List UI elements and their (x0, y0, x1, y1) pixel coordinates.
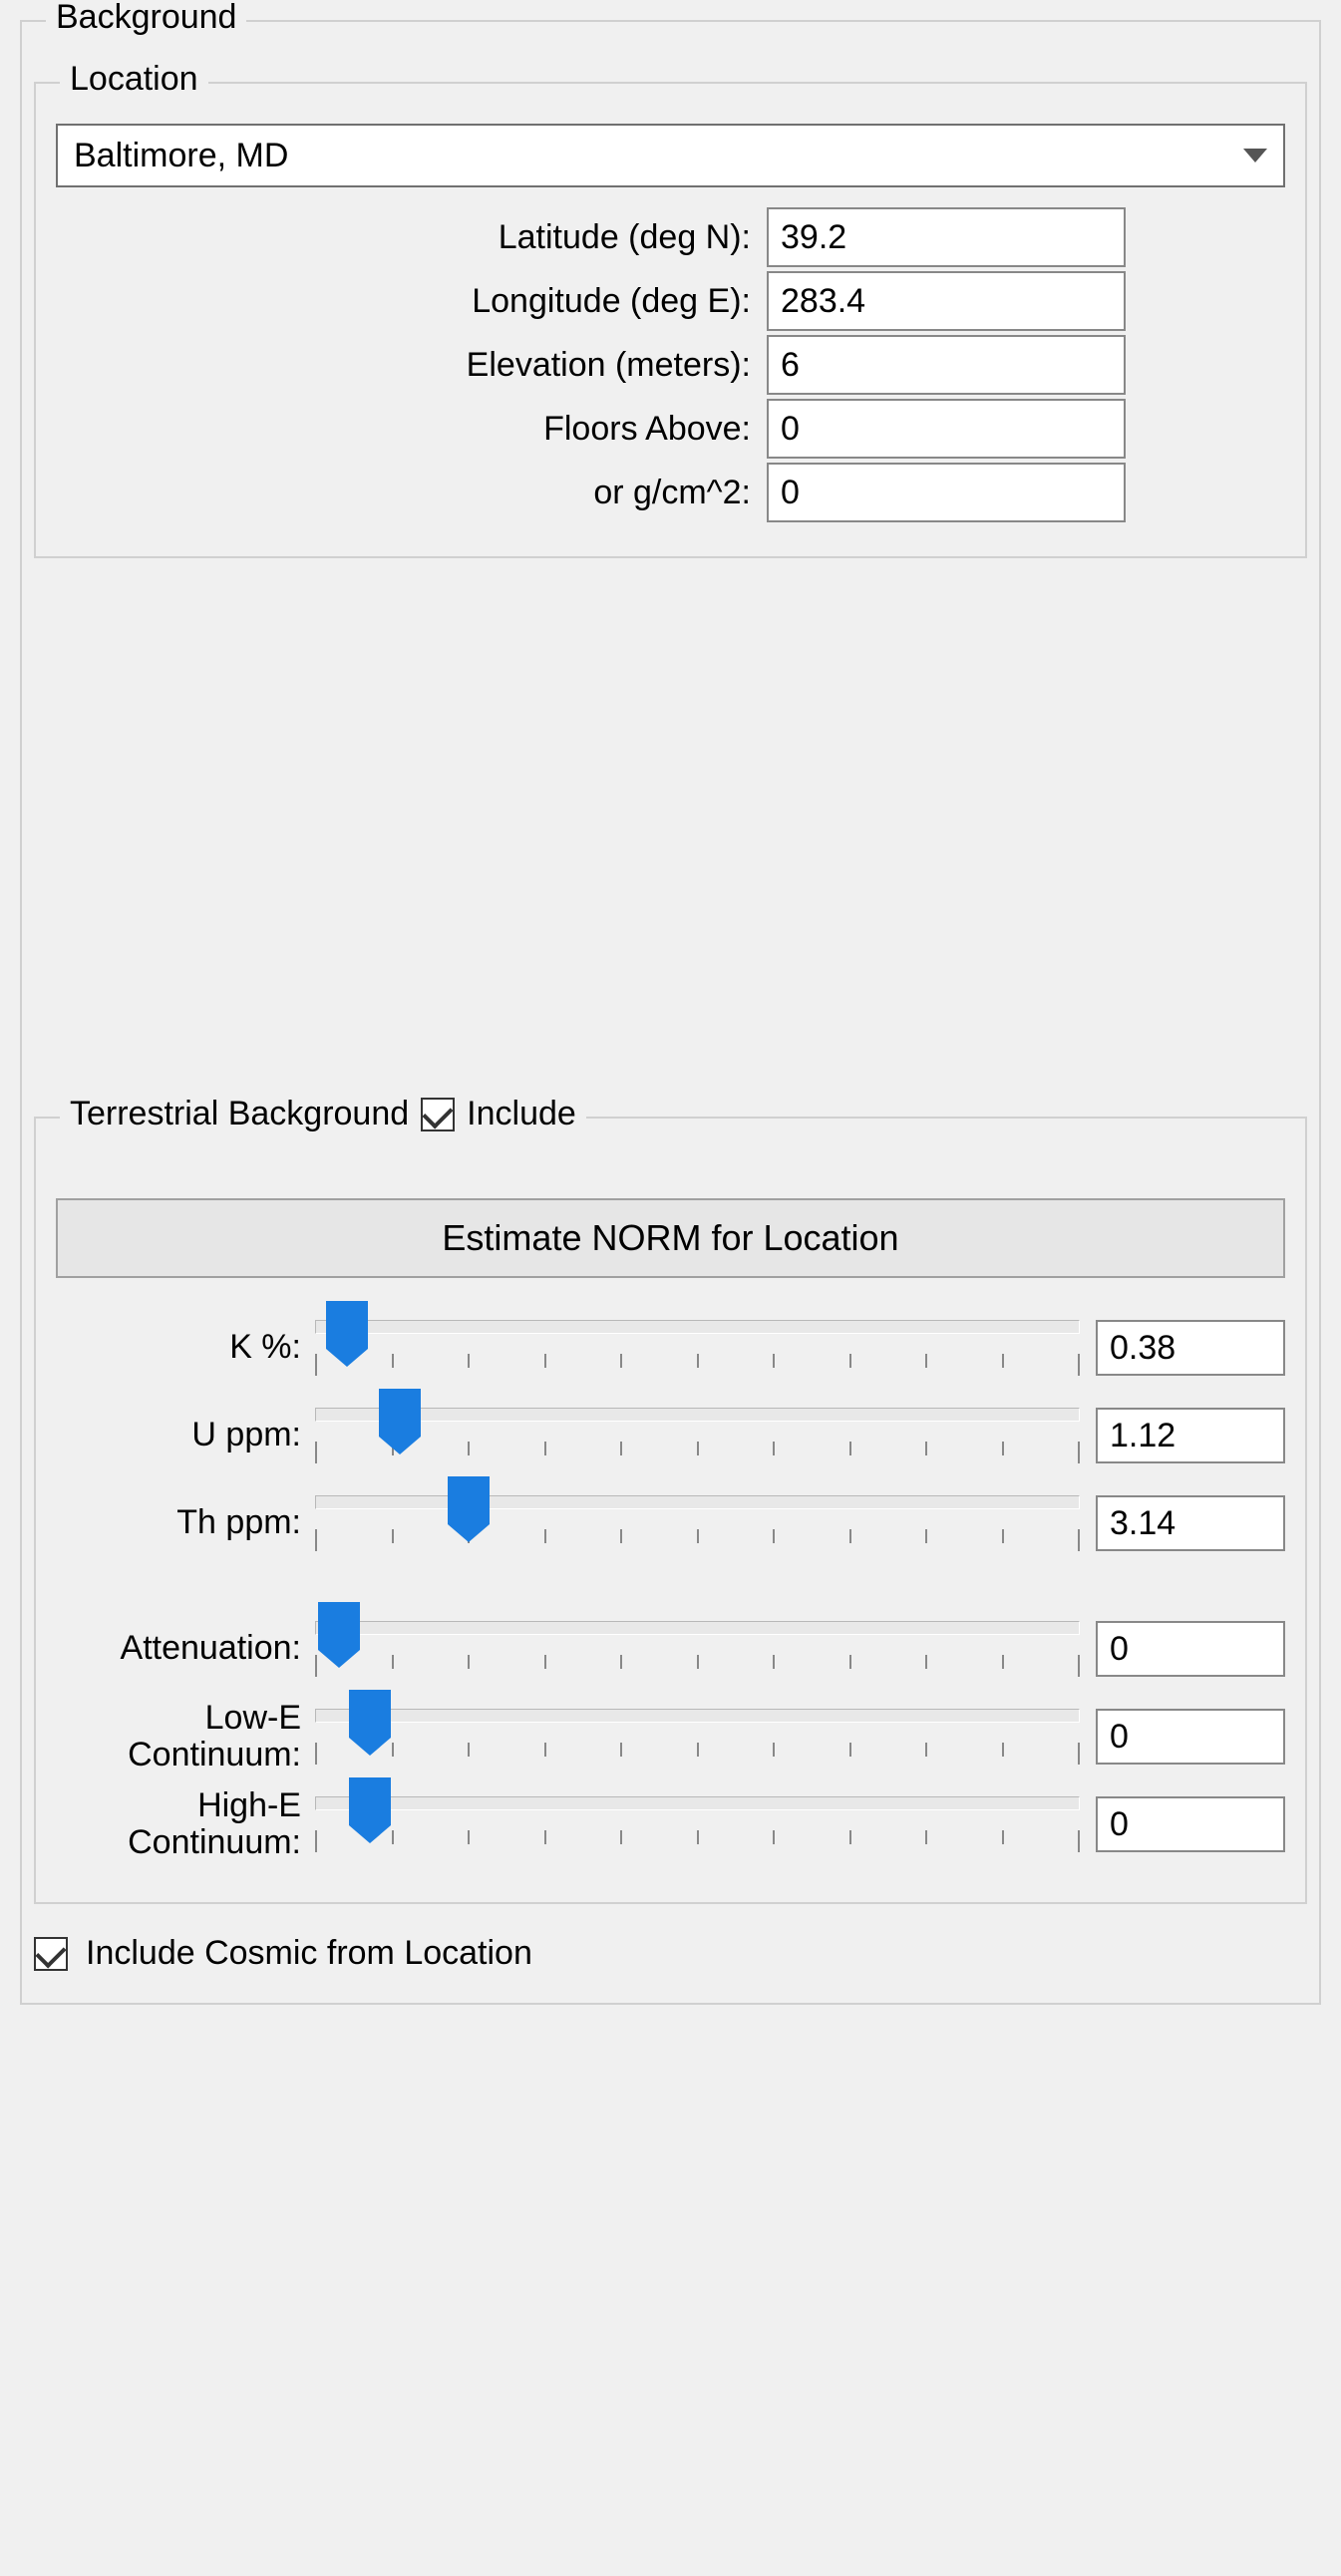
terrestrial-group: Terrestrial Background Include Estimate … (34, 1117, 1307, 1904)
lowe-value-input[interactable] (1096, 1709, 1285, 1765)
location-selected: Baltimore, MD (74, 137, 288, 175)
u-label: U ppm: (56, 1417, 315, 1453)
latitude-label: Latitude (deg N): (499, 218, 767, 257)
background-legend-text: Background (56, 0, 236, 37)
location-legend-text: Location (70, 60, 198, 99)
elevation-input[interactable] (767, 335, 1126, 395)
u-value-input[interactable] (1096, 1408, 1285, 1463)
k-value-input[interactable] (1096, 1320, 1285, 1376)
floors-label: Floors Above: (543, 410, 767, 449)
gcm2-row: or g/cm^2: (56, 463, 1126, 522)
terrestrial-include-label: Include (467, 1095, 576, 1133)
gcm2-input[interactable] (767, 463, 1126, 522)
location-dropdown[interactable]: Baltimore, MD (56, 124, 1285, 187)
location-fields: Latitude (deg N): Longitude (deg E): Ele… (56, 207, 1126, 522)
th-slider[interactable] (315, 1483, 1080, 1563)
k-slider-row: K %: (56, 1308, 1285, 1388)
latitude-input[interactable] (767, 207, 1126, 267)
highe-slider-row: High-E Continuum: (56, 1784, 1285, 1864)
u-slider-row: U ppm: (56, 1396, 1285, 1475)
k-label: K %: (56, 1329, 315, 1366)
location-legend: Location (60, 60, 208, 99)
background-legend: Background (46, 0, 246, 37)
cosmic-checkbox[interactable] (34, 1937, 68, 1971)
floors-input[interactable] (767, 399, 1126, 459)
background-group: Background Location Baltimore, MD Latitu… (20, 20, 1321, 2005)
highe-label: High-E Continuum: (56, 1787, 315, 1862)
th-slider-row: Th ppm: (56, 1483, 1285, 1563)
lowe-slider[interactable] (315, 1697, 1080, 1776)
th-label: Th ppm: (56, 1504, 315, 1541)
longitude-label: Longitude (deg E): (472, 282, 767, 321)
u-slider[interactable] (315, 1396, 1080, 1475)
terrestrial-legend-text: Terrestrial Background (70, 1095, 409, 1133)
lowe-slider-row: Low-E Continuum: (56, 1697, 1285, 1776)
location-group: Location Baltimore, MD Latitude (deg N):… (34, 82, 1307, 558)
elevation-label: Elevation (meters): (467, 346, 767, 385)
terrestrial-include-checkbox[interactable] (421, 1098, 455, 1131)
attenuation-slider-row: Attenuation: (56, 1609, 1285, 1689)
attenuation-value-input[interactable] (1096, 1621, 1285, 1677)
k-slider[interactable] (315, 1308, 1080, 1388)
attenuation-slider[interactable] (315, 1609, 1080, 1689)
terrestrial-legend: Terrestrial Background Include (60, 1095, 586, 1133)
highe-slider[interactable] (315, 1784, 1080, 1864)
elevation-row: Elevation (meters): (56, 335, 1126, 395)
cosmic-row: Include Cosmic from Location (34, 1934, 1307, 1973)
attenuation-label: Attenuation: (56, 1630, 315, 1667)
chevron-down-icon (1243, 149, 1267, 162)
latitude-row: Latitude (deg N): (56, 207, 1126, 267)
longitude-input[interactable] (767, 271, 1126, 331)
highe-value-input[interactable] (1096, 1796, 1285, 1852)
estimate-norm-button[interactable]: Estimate NORM for Location (56, 1198, 1285, 1278)
th-value-input[interactable] (1096, 1495, 1285, 1551)
lowe-label: Low-E Continuum: (56, 1700, 315, 1774)
gcm2-label: or g/cm^2: (593, 474, 767, 512)
floors-row: Floors Above: (56, 399, 1126, 459)
longitude-row: Longitude (deg E): (56, 271, 1126, 331)
cosmic-label: Include Cosmic from Location (86, 1934, 532, 1973)
